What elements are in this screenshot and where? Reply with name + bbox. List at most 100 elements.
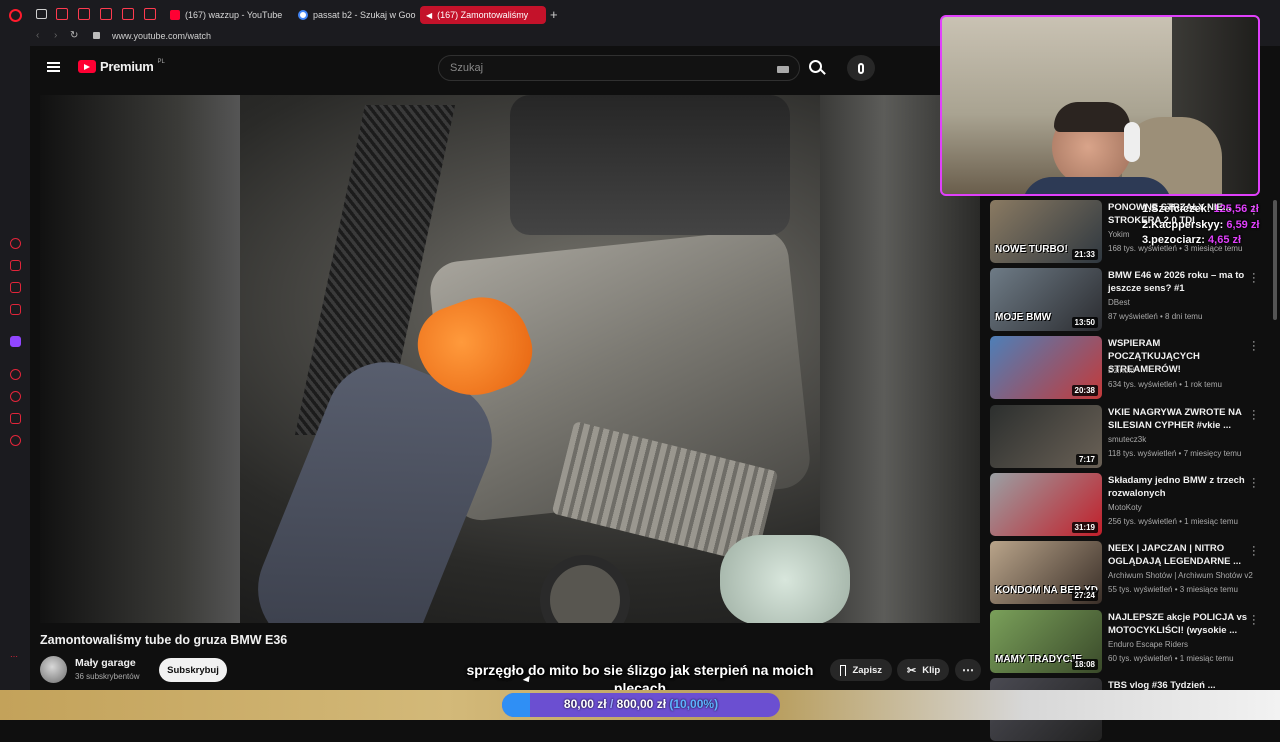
youtube-logo[interactable]: Premium PL <box>78 59 165 74</box>
recommendation-channel[interactable]: MotoKoty <box>1108 503 1142 512</box>
recommendation-channel[interactable]: Archiwum Shotów | Archiwum Shotów v2 <box>1108 571 1253 580</box>
recommendation-meta: 168 tys. wyświetleń • 3 miesiące temu <box>1108 244 1243 253</box>
duration-badge: 18:08 <box>1071 659 1098 670</box>
avatar[interactable] <box>40 656 67 683</box>
clip-label: Klip <box>922 664 941 676</box>
thumbnail-text: NOWE TURBO! <box>995 244 1068 255</box>
recommendation-meta: 634 tys. wyświetleń • 1 rok temu <box>1108 380 1222 389</box>
logo-text: Premium <box>100 59 154 74</box>
tab-youtube-wazzup[interactable]: (167) wazzup - YouTube <box>164 6 286 24</box>
sidebar-app-icon[interactable] <box>10 282 21 293</box>
more-options-icon[interactable]: · · · <box>1252 269 1256 288</box>
video-player[interactable] <box>40 95 980 623</box>
video-thumbnail[interactable]: 20:38 <box>990 336 1102 399</box>
more-options-icon[interactable]: · · · <box>1252 611 1256 630</box>
more-options-icon[interactable]: · · · <box>1252 542 1256 561</box>
tab-overview-icon[interactable] <box>36 9 47 19</box>
recommendation-item[interactable]: MAMY TRADYCJE 18:08 NAJLEPSZE akcje POLICJ… <box>990 610 1280 674</box>
sidebar-app-icon[interactable] <box>10 238 21 249</box>
recommendation-item[interactable]: MOJE BMW 13:50 BMW E46 w 2026 roku – ma to… <box>990 268 1280 332</box>
youtube-play-icon <box>78 60 96 73</box>
headphones-icon <box>1124 122 1140 162</box>
duration-badge: 21:33 <box>1071 249 1098 260</box>
pinned-tab-icon[interactable] <box>122 8 134 20</box>
thumbnail-text: MOJE BMW <box>995 312 1052 323</box>
recommendation-channel[interactable]: Yokim <box>1108 230 1130 239</box>
youtube-favicon-icon <box>170 10 180 20</box>
video-thumbnail[interactable]: MOJE BMW 13:50 <box>990 268 1102 331</box>
webcam-overlay <box>940 15 1260 196</box>
sidebar-more-icon[interactable]: ⋯ <box>10 652 18 661</box>
recommendation-channel[interactable]: Dzinold <box>1108 366 1135 375</box>
video-thumbnail[interactable]: 31:19 <box>990 473 1102 536</box>
opera-logo-icon[interactable] <box>9 9 22 22</box>
recommendation-title[interactable]: NAJLEPSZE akcje POLICJA vs MOTOCYKLIŚCI!… <box>1108 611 1248 637</box>
recommendation-item[interactable]: NOWE TURBO! 21:33 PONOWNE STRZAŁY NIE... S… <box>990 200 1280 264</box>
recommendation-title[interactable]: NEEX | JAPCZAN | NITRO OGLĄDAJĄ LEGENDAR… <box>1108 542 1248 568</box>
search-placeholder: Szukaj <box>450 62 484 74</box>
history-icon[interactable] <box>10 391 21 402</box>
sidebar-app-icon[interactable] <box>10 260 21 271</box>
reload-icon[interactable]: ↻ <box>70 30 78 41</box>
webcam-body <box>1022 177 1172 194</box>
clip-button[interactable]: ✂ Klip <box>897 659 949 681</box>
lock-icon <box>93 32 100 39</box>
more-options-icon[interactable]: · · · <box>1252 474 1256 493</box>
more-options-icon[interactable]: · · · <box>1252 337 1256 356</box>
channel-name[interactable]: Mały garage <box>75 657 136 669</box>
pinned-tab-icon[interactable] <box>144 8 156 20</box>
video-thumbnail[interactable]: NOWE TURBO! 21:33 <box>990 200 1102 263</box>
back-icon[interactable]: ‹ <box>36 30 39 41</box>
speaker-icon[interactable]: ◀ <box>426 11 432 20</box>
sidebar-app-icon[interactable] <box>10 413 21 424</box>
caption-line: sprzęgło do mito bo sie ślizgo jak sterp… <box>466 662 814 678</box>
keyboard-icon[interactable] <box>777 66 789 73</box>
subscriber-count: 36 subskrybentów <box>75 672 140 681</box>
recommendation-meta: 60 tys. wyświetleń • 1 miesiąc temu <box>1108 654 1234 663</box>
engine-bay-dark-left <box>40 95 240 623</box>
recommendation-item[interactable]: 7:17 VKIE NAGRYWA ZWROTE NA SILESIAN CYPH… <box>990 405 1280 469</box>
pinned-tab-icon[interactable] <box>78 8 90 20</box>
sidebar-app-icon[interactable] <box>10 369 21 380</box>
twitch-icon[interactable] <box>10 336 21 347</box>
new-tab-button[interactable]: + <box>550 7 558 22</box>
recommendation-title[interactable]: PONOWNE STRZAŁY NIE... STROKERA 2.0 TDI <box>1108 201 1248 227</box>
more-actions-button[interactable]: ⋯ <box>955 659 981 681</box>
search-input[interactable]: Szukaj <box>438 55 800 81</box>
duration-badge: 27:24 <box>1071 590 1098 601</box>
video-thumbnail[interactable]: MAMY TRADYCJE 18:08 <box>990 610 1102 673</box>
menu-icon[interactable] <box>47 62 60 72</box>
recommendation-channel[interactable]: smutecz3k <box>1108 435 1146 444</box>
microphone-icon[interactable] <box>847 55 875 81</box>
sidebar-app-icon[interactable] <box>10 304 21 315</box>
recommendation-item[interactable]: KONDOM NA BEB XD 27:24 NEEX | JAPCZAN | NI… <box>990 541 1280 605</box>
more-options-icon[interactable]: · · · <box>1252 201 1256 220</box>
browser-sidebar: ⋯ <box>0 0 30 720</box>
recommendation-channel[interactable]: DBest <box>1108 298 1130 307</box>
webcam-hair <box>1054 102 1130 132</box>
recommendation-channel[interactable]: Enduro Escape Riders <box>1108 640 1188 649</box>
settings-icon[interactable] <box>10 435 21 446</box>
donation-goal-bar: 80,00 zł / 800,00 zł (10,00%) <box>502 693 780 717</box>
video-thumbnail[interactable]: KONDOM NA BEB XD 27:24 <box>990 541 1102 604</box>
recommendation-title[interactable]: Składamy jedno BMW z trzech rozwalonych <box>1108 474 1248 500</box>
tab-youtube-active[interactable]: ◀ (167) Zamontowaliśmy <box>420 6 546 24</box>
tab-google-search[interactable]: passat b2 - Szukaj w Goo <box>292 6 416 24</box>
recommendation-meta: 118 tys. wyświetleń • 7 miesięcy temu <box>1108 449 1242 458</box>
scrollbar[interactable] <box>1273 200 1277 320</box>
more-options-icon[interactable]: · · · <box>1252 406 1256 425</box>
recommendation-item[interactable]: 31:19 Składamy jedno BMW z trzech rozwalo… <box>990 473 1280 537</box>
recommendation-item[interactable]: 20:38 WSPIERAM POCZĄTKUJĄCYCH STREAMERÓW!… <box>990 336 1280 400</box>
subscribe-button[interactable]: Subskrybuj <box>159 658 227 682</box>
pinned-tab-icon[interactable] <box>100 8 112 20</box>
url-text[interactable]: www.youtube.com/watch <box>112 31 211 41</box>
forward-icon[interactable]: › <box>54 30 57 41</box>
tab-label: (167) wazzup - YouTube <box>185 10 283 20</box>
video-thumbnail[interactable]: 7:17 <box>990 405 1102 468</box>
pinned-tab-icon[interactable] <box>56 8 68 20</box>
recommendation-meta: 87 wyświetleń • 8 dni temu <box>1108 312 1203 321</box>
recommendation-title[interactable]: VKIE NAGRYWA ZWROTE NA SILESIAN CYPHER #… <box>1108 406 1248 432</box>
recommendation-title[interactable]: BMW E46 w 2026 roku – ma to jeszcze sens… <box>1108 269 1248 295</box>
recommendation-meta: 256 tys. wyświetleń • 1 miesiąc temu <box>1108 517 1238 526</box>
duration-badge: 31:19 <box>1071 522 1098 533</box>
